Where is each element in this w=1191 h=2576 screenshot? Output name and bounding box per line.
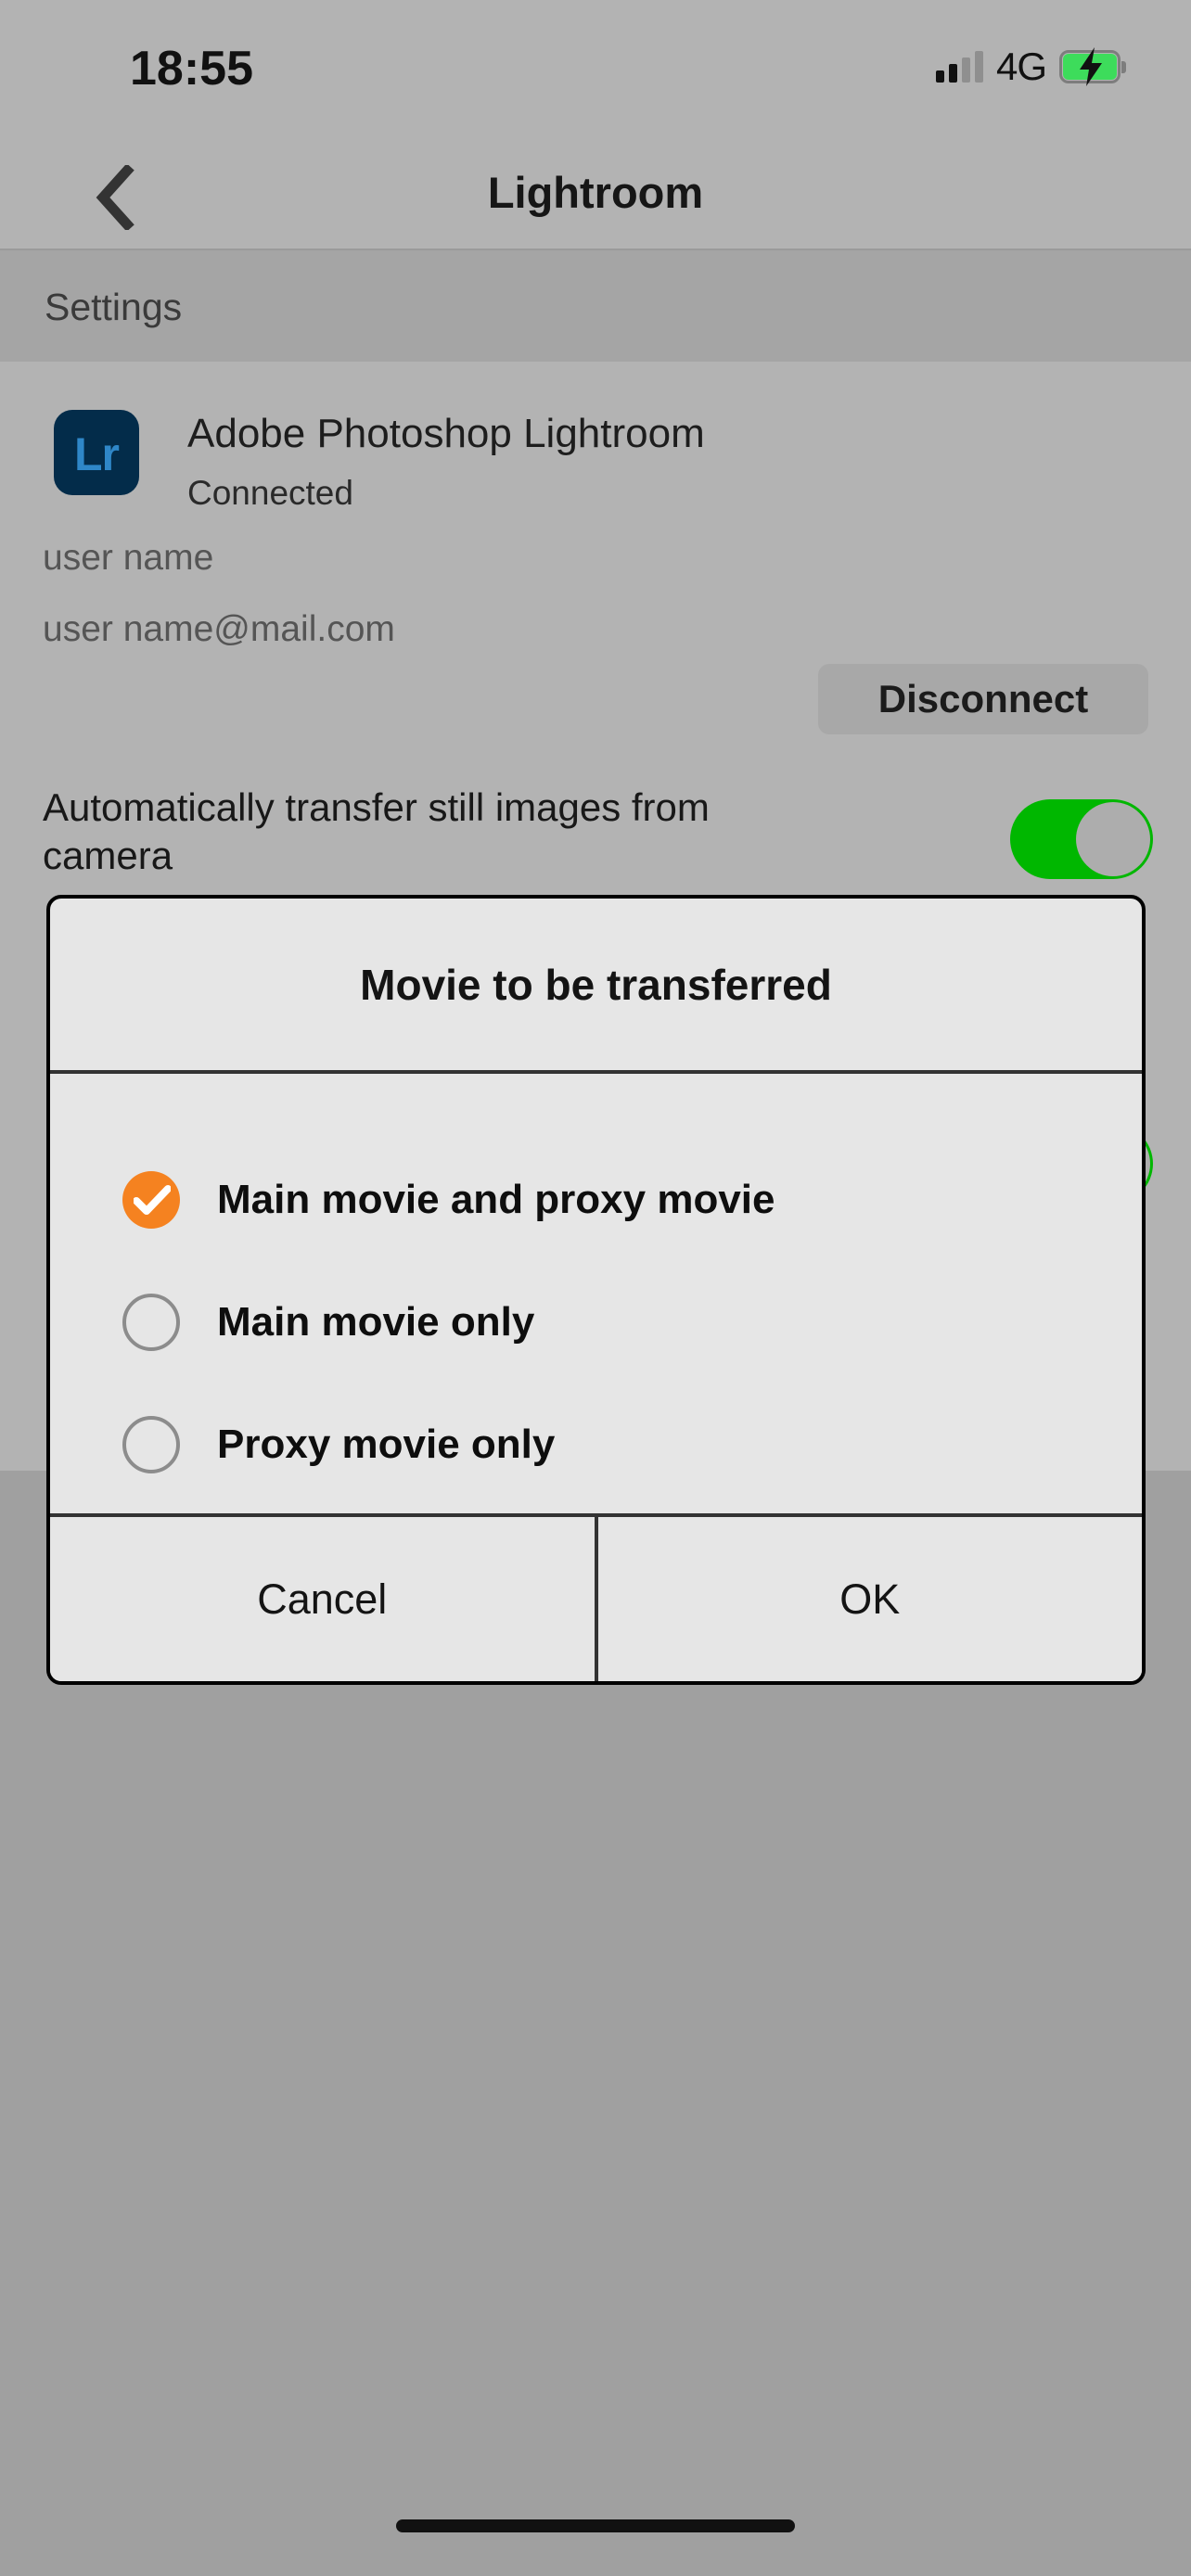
cellular-signal-icon: [935, 51, 983, 83]
page-title: Lightroom: [487, 168, 704, 217]
battery-charging-icon: [1059, 47, 1126, 86]
network-type-label: 4G: [995, 45, 1047, 88]
app-name-label: Adobe Photoshop Lightroom: [187, 411, 705, 456]
dialog-title: Movie to be transferred: [360, 960, 832, 1009]
ok-button[interactable]: OK: [597, 1517, 1142, 1681]
radio-option-main-only[interactable]: Main movie only: [50, 1280, 1142, 1365]
section-header-label: Settings: [45, 286, 183, 328]
auto-transfer-label: Automatically transfer still images from…: [43, 785, 710, 877]
check-icon: [134, 1185, 171, 1215]
connection-status-label: Connected: [187, 474, 353, 512]
disconnect-button[interactable]: Disconnect: [818, 664, 1148, 734]
charging-bolt-icon: [1080, 47, 1102, 86]
movie-transfer-dialog: Movie to be transferred Main movie and p…: [46, 895, 1146, 1685]
phone-screen: 18:55 4G Lightroom Settings Lr Adobe Pho…: [0, 0, 1191, 2576]
radio-unselected-icon: [122, 1294, 180, 1351]
auto-transfer-toggle[interactable]: [1010, 799, 1153, 879]
navigation-bar: Lightroom: [0, 139, 1191, 249]
lightroom-app-icon-text: Lr: [74, 428, 120, 480]
radio-option-label: Main movie and proxy movie: [217, 1177, 775, 1222]
cancel-button[interactable]: Cancel: [50, 1517, 595, 1681]
home-indicator[interactable]: [396, 2519, 795, 2532]
radio-option-label: Main movie only: [217, 1299, 535, 1345]
section-header-settings: Settings: [0, 250, 1191, 362]
status-bar: 18:55 4G: [0, 0, 1191, 139]
radio-unselected-icon: [122, 1416, 180, 1473]
radio-selected-icon: [122, 1171, 180, 1229]
dialog-options-list: Main movie and proxy movie Main movie on…: [50, 1074, 1142, 1513]
toggle-knob: [1076, 802, 1150, 876]
radio-option-main-and-proxy[interactable]: Main movie and proxy movie: [50, 1157, 1142, 1243]
status-bar-time: 18:55: [130, 42, 253, 96]
radio-option-label: Proxy movie only: [217, 1422, 556, 1467]
status-bar-right-cluster: 4G: [935, 41, 1126, 93]
dialog-actions: Cancel OK: [50, 1517, 1142, 1681]
user-email-label: user name@mail.com: [43, 609, 395, 649]
user-name-label: user name: [43, 538, 214, 578]
radio-option-proxy-only[interactable]: Proxy movie only: [50, 1402, 1142, 1487]
lightroom-app-icon: Lr: [54, 410, 139, 495]
